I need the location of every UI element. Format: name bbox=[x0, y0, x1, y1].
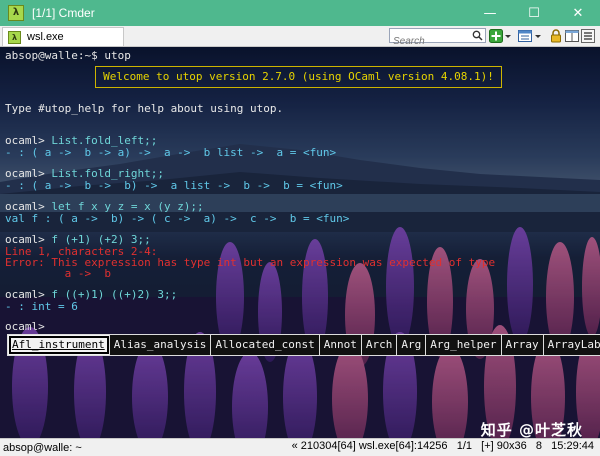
status-cwd: absop@walle: ~ bbox=[3, 441, 82, 454]
completion-item[interactable]: Arch bbox=[362, 335, 398, 355]
cmder-lambda-icon: λ bbox=[8, 5, 24, 21]
completion-item[interactable]: ArrayLabel bbox=[544, 335, 600, 355]
menu-icon[interactable] bbox=[581, 29, 595, 43]
welcome-banner: Welcome to utop version 2.7.0 (using OCa… bbox=[95, 66, 502, 88]
terminal-line: - : int = 6 bbox=[5, 300, 78, 313]
terminal-line: - : ( a -> b -> b) -> a list -> b -> b =… bbox=[5, 179, 343, 192]
terminal-line: absop@walle:~$ utop bbox=[5, 49, 131, 62]
completion-item[interactable]: Array bbox=[502, 335, 544, 355]
tab-wsl[interactable]: λ wsl.exe bbox=[2, 27, 124, 46]
completion-item[interactable]: Allocated_const bbox=[211, 335, 320, 355]
chevron-down-icon[interactable] bbox=[504, 29, 512, 43]
completion-bar: Afl_instrument Alias_analysis Allocated_… bbox=[7, 334, 600, 356]
title-bar: λ [1/1] Cmder — ☐ ✕ bbox=[0, 0, 600, 26]
completion-item[interactable]: Arg_helper bbox=[426, 335, 502, 355]
lock-icon[interactable] bbox=[549, 29, 563, 43]
error-line: a -> b bbox=[5, 267, 111, 280]
lambda-icon: λ bbox=[8, 30, 21, 44]
terminal-line: Type #utop_help for help about using uto… bbox=[5, 102, 284, 115]
completion-item[interactable]: Annot bbox=[320, 335, 362, 355]
search-icon[interactable] bbox=[472, 30, 483, 41]
terminal-line: - : ( a -> b -> a) -> a -> b list -> a =… bbox=[5, 146, 337, 159]
search-box[interactable] bbox=[389, 28, 486, 48]
completion-item[interactable]: Alias_analysis bbox=[110, 335, 212, 355]
status-info: « 210304[64] wsl.exe[64]:14256 1/1 [+] 9… bbox=[291, 440, 594, 452]
terminal-console[interactable]: absop@walle:~$ utop Welcome to utop vers… bbox=[0, 47, 600, 438]
terminal-input-line[interactable]: ocaml> bbox=[5, 320, 51, 333]
console-list-icon[interactable] bbox=[518, 29, 532, 43]
close-button[interactable]: ✕ bbox=[556, 0, 600, 26]
maximize-button[interactable]: ☐ bbox=[512, 0, 556, 26]
completion-item[interactable]: Afl_instrument bbox=[8, 335, 110, 355]
status-bar: absop@walle: ~ « 210304[64] wsl.exe[64]:… bbox=[0, 438, 600, 456]
zhihu-watermark: 知乎 @叶芝秋 bbox=[480, 421, 583, 438]
chevron-down-icon-2[interactable] bbox=[534, 29, 542, 43]
new-console-icon[interactable] bbox=[489, 29, 503, 43]
tab-label: wsl.exe bbox=[27, 31, 64, 43]
minimize-button[interactable]: — bbox=[468, 0, 512, 26]
window-layout-icon[interactable] bbox=[565, 29, 579, 43]
window-title: [1/1] Cmder bbox=[32, 6, 95, 20]
completion-item[interactable]: Arg bbox=[397, 335, 427, 355]
toolbar: λ wsl.exe bbox=[0, 26, 600, 48]
terminal-line: val f : ( a -> b) -> ( c -> a) -> c -> b… bbox=[5, 212, 350, 225]
